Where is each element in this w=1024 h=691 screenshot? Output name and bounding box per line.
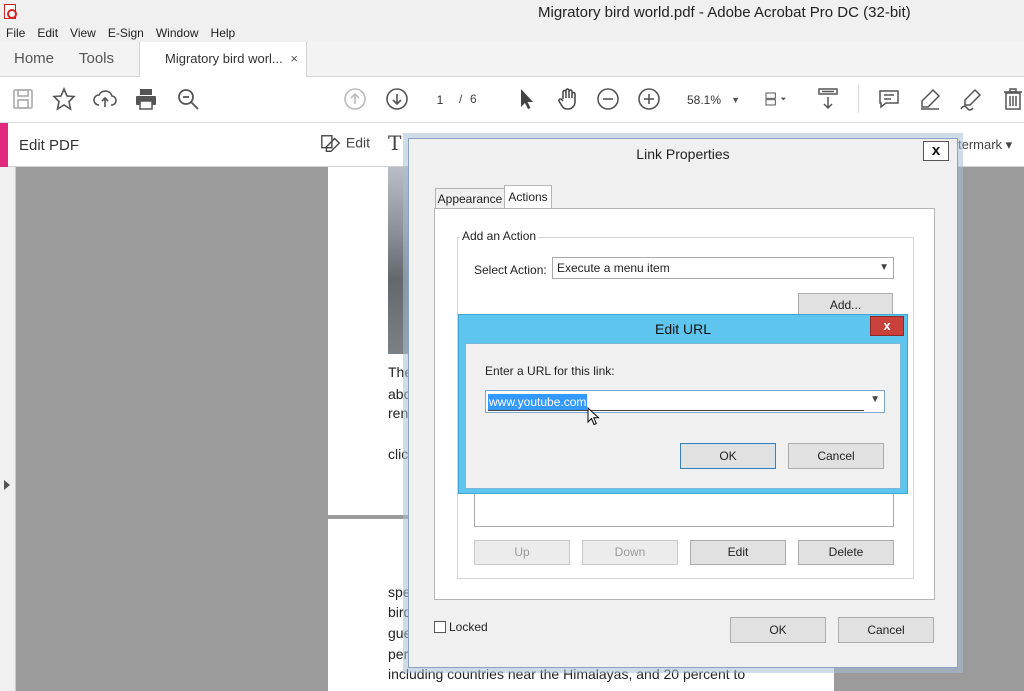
page-total: 6 <box>470 92 477 106</box>
tab-document[interactable]: Migratory bird worl... × <box>139 42 307 78</box>
locked-checkbox[interactable] <box>434 621 446 633</box>
star-icon[interactable] <box>52 86 76 111</box>
expand-pane-icon[interactable] <box>4 480 10 490</box>
edit-tool-button[interactable]: Edit <box>320 133 370 155</box>
zoom-in-icon[interactable] <box>637 87 661 111</box>
title-bar: Migratory bird world.pdf - Adobe Acrobat… <box>0 0 1024 24</box>
search-icon[interactable] <box>176 87 200 111</box>
page-separator: / <box>459 92 463 106</box>
edit-tool-label: Edit <box>345 134 371 151</box>
zoom-out-icon[interactable] <box>596 87 620 111</box>
edit-action-button[interactable]: Edit <box>690 540 786 565</box>
left-navigation-pane <box>0 167 16 691</box>
chevron-down-icon: ▼ <box>879 262 889 273</box>
tab-appearance[interactable]: Appearance <box>435 188 505 209</box>
tab-home[interactable]: Home <box>14 42 54 77</box>
zoom-level-select[interactable]: 58.1% ▼ <box>680 90 744 110</box>
menu-file[interactable]: File <box>0 24 31 42</box>
add-text-tool[interactable]: T <box>388 131 401 155</box>
edit-url-body: Enter a URL for this link: www.youtube.c… <box>465 343 901 489</box>
url-input-underline <box>488 410 864 411</box>
close-tab-icon[interactable]: × <box>290 42 298 76</box>
acrobat-logo-icon <box>4 4 17 19</box>
delete-action-button[interactable]: Delete <box>798 540 894 565</box>
dialog-title: Edit URL <box>654 321 712 337</box>
url-input-value: www.youtube.com <box>488 394 588 410</box>
watermark-menu[interactable]: termark ▾ <box>958 137 1012 153</box>
cancel-button[interactable]: Cancel <box>838 617 934 643</box>
page-fit-icon[interactable] <box>764 87 800 111</box>
edit-url-dialog: Edit URL x Enter a URL for this link: ww… <box>458 314 908 494</box>
menu-view[interactable]: View <box>64 24 102 42</box>
page-up-icon[interactable] <box>343 87 367 111</box>
select-action-dropdown[interactable]: Execute a menu item ▼ <box>552 257 894 279</box>
menu-edit[interactable]: Edit <box>31 24 64 42</box>
print-icon[interactable] <box>134 87 158 111</box>
close-icon[interactable]: x <box>870 316 904 336</box>
doc-text-line: ren <box>388 405 409 421</box>
url-prompt-label: Enter a URL for this link: <box>485 364 615 378</box>
close-icon[interactable]: x <box>923 141 949 161</box>
chevron-down-icon: ▼ <box>731 95 740 105</box>
url-input[interactable]: www.youtube.com ▼ <box>485 390 885 413</box>
comment-icon[interactable] <box>877 87 901 111</box>
dialog-title: Link Properties <box>636 146 730 162</box>
chevron-down-icon[interactable]: ▼ <box>870 394 880 405</box>
highlight-icon[interactable] <box>918 87 942 111</box>
edit-text-image-icon <box>321 135 341 153</box>
select-action-label: Select Action: <box>474 263 547 277</box>
sign-icon[interactable] <box>959 87 983 111</box>
move-up-button[interactable]: Up <box>474 540 570 565</box>
page-down-icon[interactable] <box>385 87 409 111</box>
doc-link-text[interactable]: clic <box>388 444 408 464</box>
menu-bar: File Edit View E-Sign Window Help <box>0 24 1024 42</box>
tab-tools[interactable]: Tools <box>79 42 114 77</box>
select-action-value: Execute a menu item <box>557 261 670 275</box>
delete-icon[interactable] <box>1001 87 1024 111</box>
menu-window[interactable]: Window <box>150 24 205 42</box>
tab-document-label: Migratory bird worl... <box>165 51 283 66</box>
toolbar-divider <box>858 85 859 113</box>
hand-icon[interactable] <box>556 87 580 111</box>
menu-help[interactable]: Help <box>205 24 242 42</box>
menu-esign[interactable]: E-Sign <box>102 24 150 42</box>
scroll-mode-icon[interactable] <box>816 87 840 111</box>
ok-button[interactable]: OK <box>680 443 776 469</box>
page-number-input[interactable]: 1 <box>425 90 455 110</box>
add-action-group-label: Add an Action <box>460 229 539 243</box>
tab-strip: Home Tools Migratory bird worl... × <box>0 42 1024 78</box>
main-toolbar: 1 / 6 58.1% ▼ <box>0 77 1024 123</box>
tab-actions[interactable]: Actions <box>504 185 552 209</box>
select-arrow-icon[interactable] <box>515 87 539 111</box>
edit-pdf-accent <box>0 123 8 167</box>
locked-label: Locked <box>449 620 488 634</box>
cloud-upload-icon[interactable] <box>93 87 117 111</box>
doc-text-line: per <box>388 646 409 662</box>
ok-button[interactable]: OK <box>730 617 826 643</box>
window-title: Migratory bird world.pdf - Adobe Acrobat… <box>538 4 911 21</box>
mouse-pointer-icon <box>587 407 600 426</box>
zoom-level-value: 58.1% <box>687 93 722 107</box>
move-down-button[interactable]: Down <box>582 540 678 565</box>
edit-pdf-label: Edit PDF <box>19 137 80 154</box>
cancel-button[interactable]: Cancel <box>788 443 884 469</box>
save-icon[interactable] <box>11 87 35 111</box>
